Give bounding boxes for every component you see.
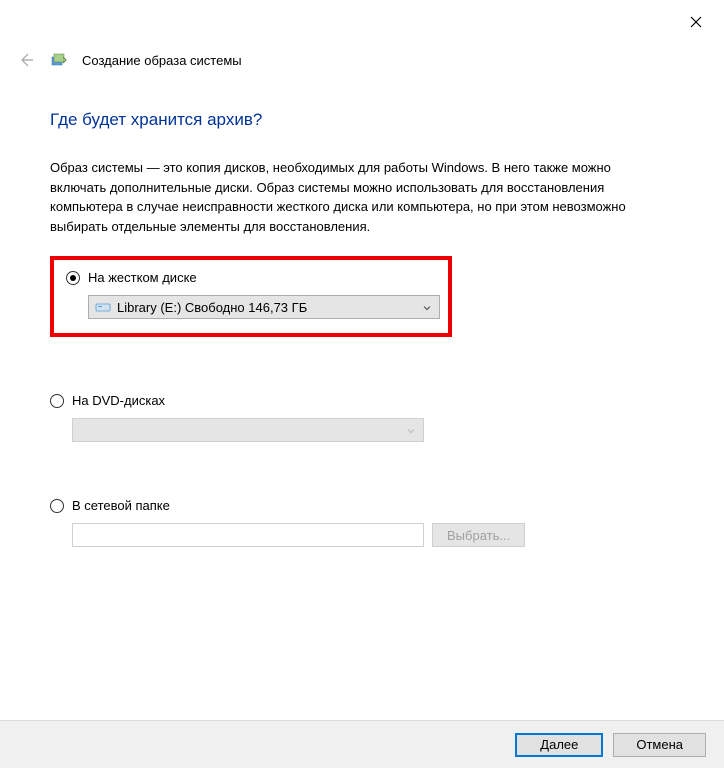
dvd-option-group: На DVD-дисках xyxy=(50,393,684,442)
description-text: Образ системы — это копия дисков, необхо… xyxy=(50,158,670,236)
dvd-radio-label: На DVD-дисках xyxy=(72,393,165,408)
radio-icon xyxy=(50,394,64,408)
hard-disk-radio-label: На жестком диске xyxy=(88,270,197,285)
hard-disk-dropdown[interactable]: Library (E:) Свободно 146,73 ГБ xyxy=(88,295,440,319)
content-area: Где будет хранится архив? Образ системы … xyxy=(50,110,684,603)
back-arrow-icon xyxy=(18,52,34,68)
browse-button: Выбрать... xyxy=(432,523,525,547)
chevron-down-icon xyxy=(407,423,415,438)
system-image-icon xyxy=(50,51,68,69)
back-button[interactable] xyxy=(16,50,36,70)
network-path-input[interactable] xyxy=(72,523,424,547)
dvd-dropdown xyxy=(72,418,424,442)
radio-icon xyxy=(66,271,80,285)
network-radio-label: В сетевой папке xyxy=(72,498,170,513)
drive-icon xyxy=(95,301,111,313)
hard-disk-radio-row[interactable]: На жестком диске xyxy=(66,270,436,285)
window-title: Создание образа системы xyxy=(82,53,242,68)
cancel-button[interactable]: Отмена xyxy=(613,733,706,757)
close-button[interactable] xyxy=(686,12,706,32)
radio-icon xyxy=(50,499,64,513)
hard-disk-dropdown-value: Library (E:) Свободно 146,73 ГБ xyxy=(117,300,439,315)
close-icon xyxy=(690,16,702,28)
header: Создание образа системы xyxy=(16,50,242,70)
network-input-row: Выбрать... xyxy=(72,523,684,547)
network-option-group: В сетевой папке Выбрать... xyxy=(50,498,684,547)
chevron-down-icon xyxy=(423,300,431,315)
next-button[interactable]: Далее xyxy=(515,733,603,757)
footer: Далее Отмена xyxy=(0,720,724,768)
hard-disk-option-highlight: На жестком диске Library (E:) Свободно 1… xyxy=(50,256,452,337)
page-heading: Где будет хранится архив? xyxy=(50,110,684,130)
network-radio-row[interactable]: В сетевой папке xyxy=(50,498,684,513)
dvd-radio-row[interactable]: На DVD-дисках xyxy=(50,393,684,408)
